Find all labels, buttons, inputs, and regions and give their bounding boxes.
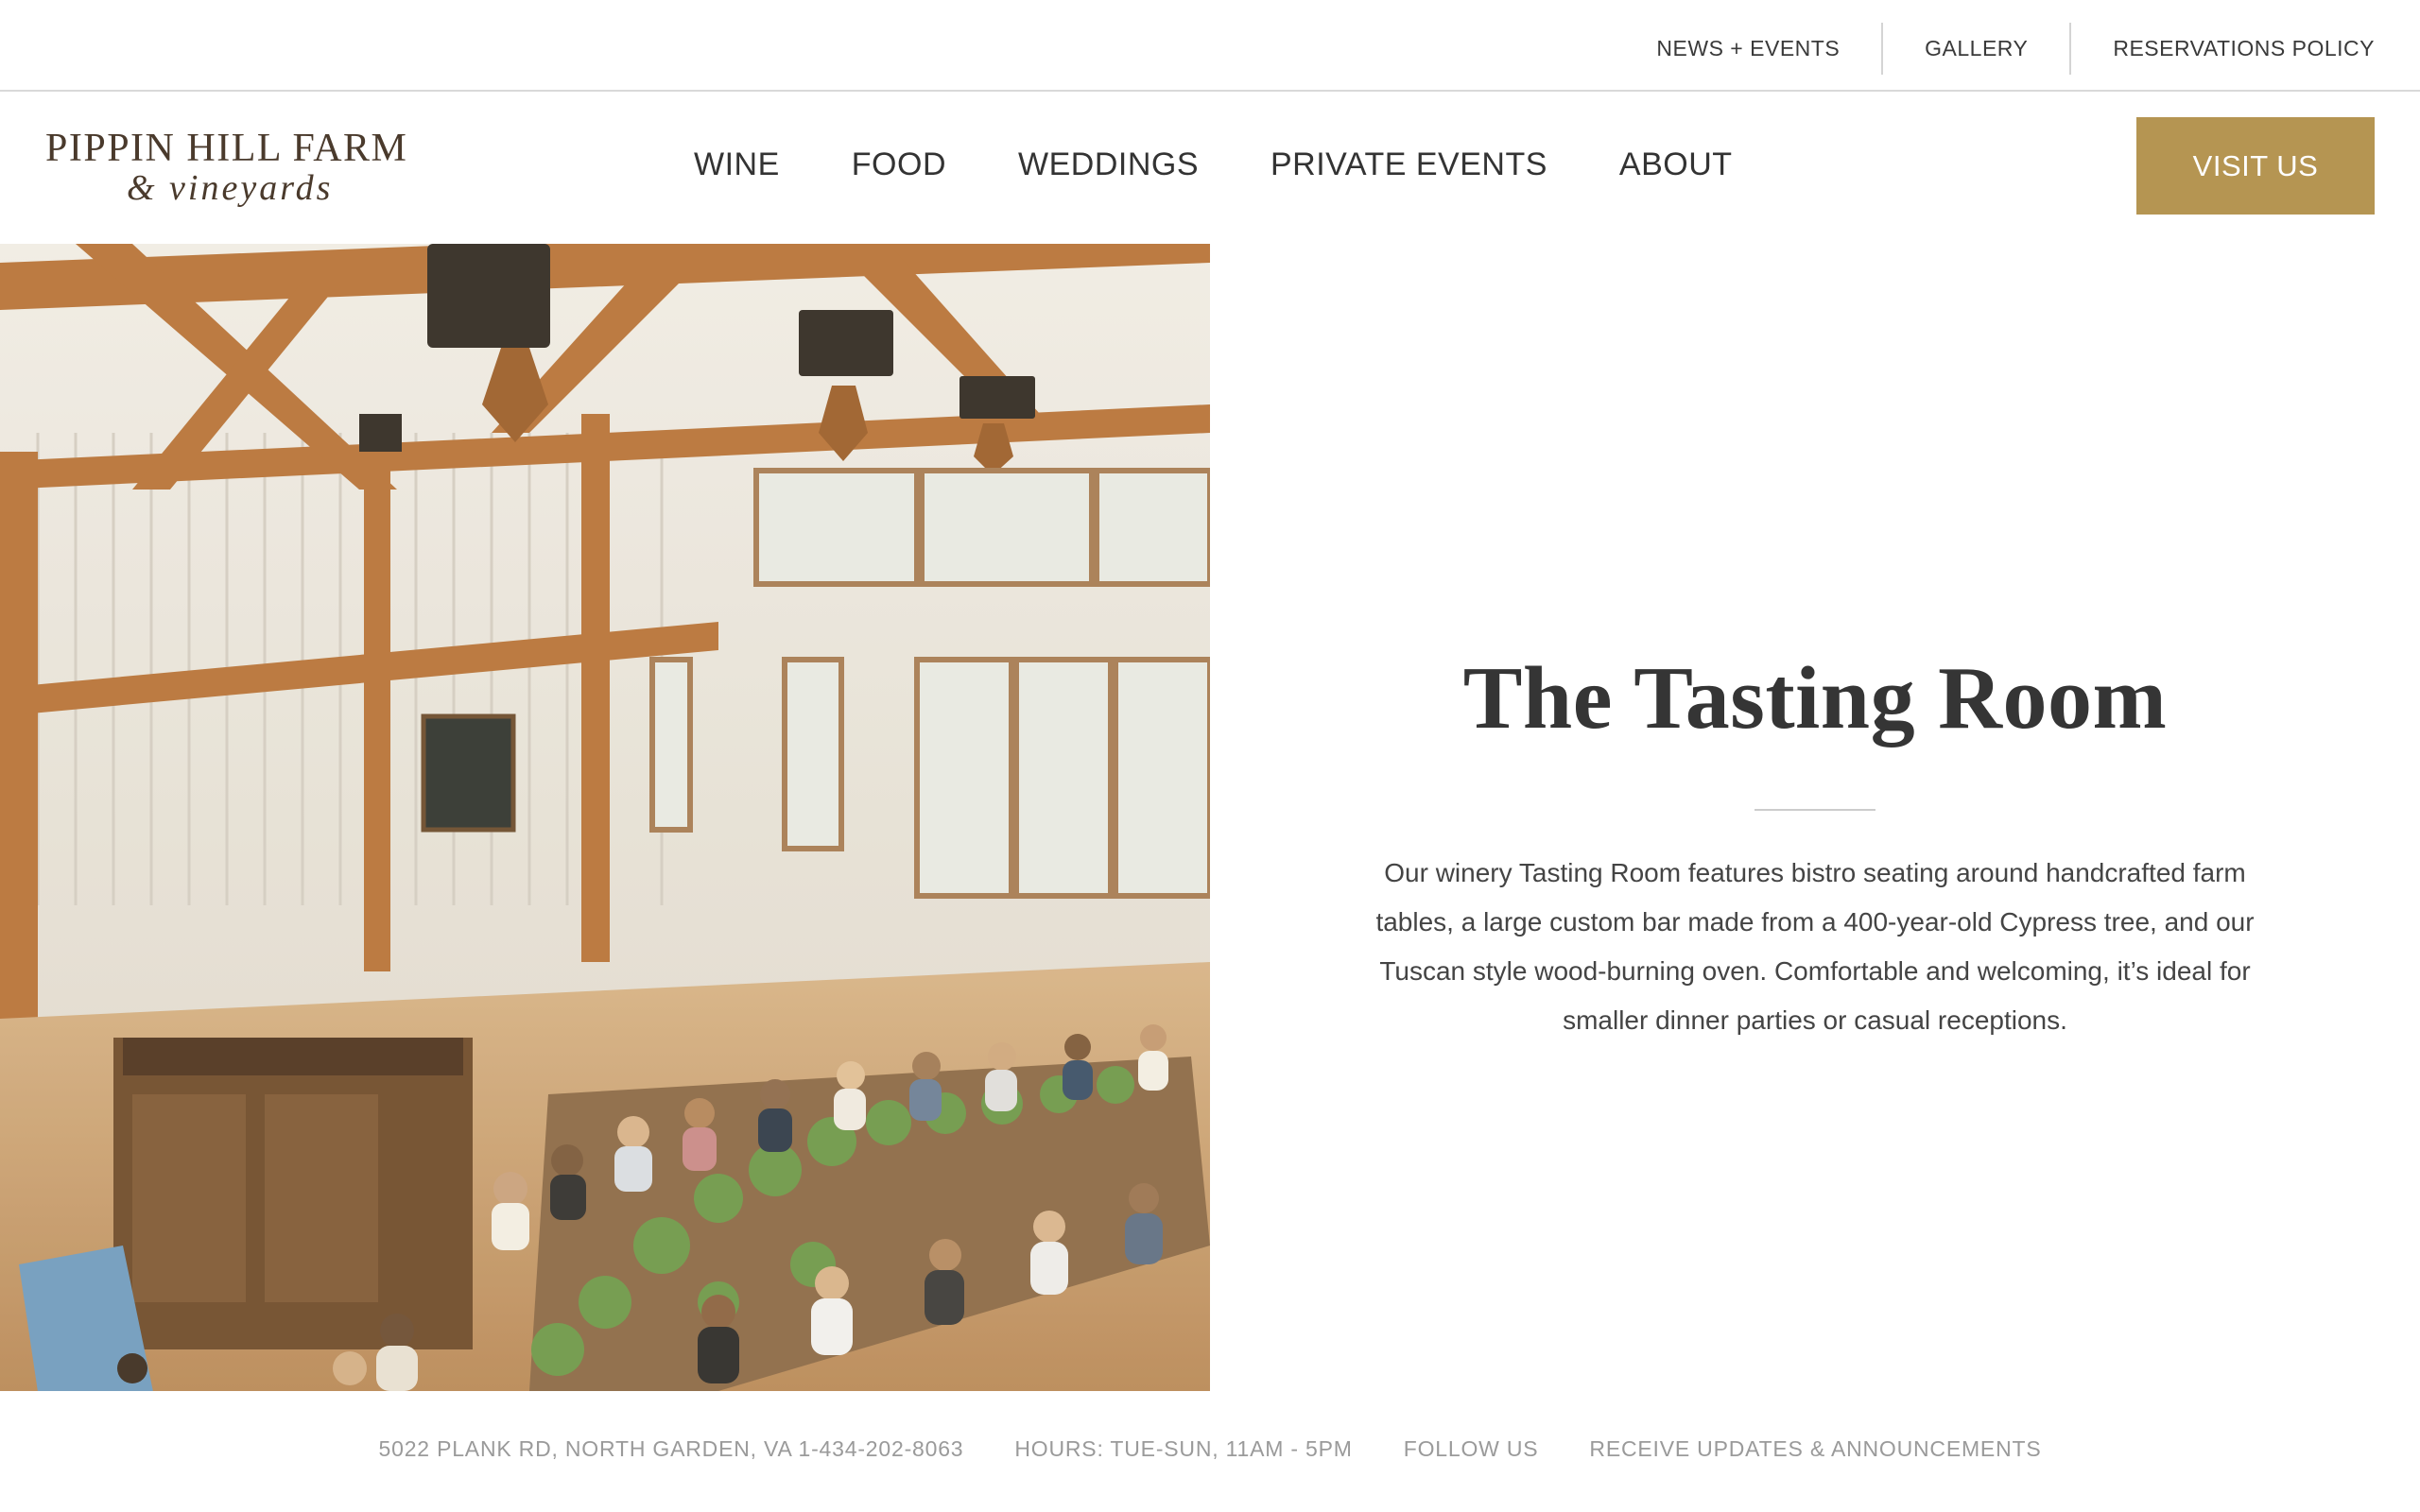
footer-info-row: 5022 PLANK RD, NORTH GARDEN, VA 1-434-20…	[0, 1436, 2420, 1462]
footer-address: 5022 PLANK RD, NORTH GARDEN, VA 1-434-20…	[378, 1436, 964, 1461]
utility-link-gallery[interactable]: GALLERY	[1883, 23, 2069, 75]
nav-item-about[interactable]: ABOUT	[1619, 146, 1733, 183]
section-description: Our winery Tasting Room features bistro …	[1375, 858, 2255, 1035]
utility-link-reservations-policy[interactable]: RESERVATIONS POLICY	[2071, 23, 2375, 75]
section-title: The Tasting Room	[1462, 649, 2168, 747]
tasting-room-section: The Tasting Room Our winery Tasting Room…	[1210, 244, 2420, 1391]
utility-nav: NEWS + EVENTS GALLERY RESERVATIONS POLIC…	[1615, 23, 2375, 75]
visit-us-button[interactable]: VISIT US	[2136, 117, 2375, 215]
tasting-room-photo	[0, 244, 1210, 1391]
nav-item-private-events[interactable]: PRIVATE EVENTS	[1270, 146, 1547, 183]
footer-follow-us-link[interactable]: FOLLOW US	[1404, 1436, 1539, 1462]
footer-hours: HOURS: TUE-SUN, 11AM - 5PM	[1014, 1436, 1353, 1461]
main-header: PIPPIN HILL FARM & vineyards WINE FOOD W…	[0, 94, 2420, 244]
logo-wordmark: PIPPIN HILL FARM	[45, 127, 408, 170]
nav-item-weddings[interactable]: WEDDINGS	[1018, 146, 1199, 183]
nav-item-food[interactable]: FOOD	[852, 146, 946, 183]
logo-tagline: & vineyards	[127, 168, 334, 208]
footer-updates-link[interactable]: RECEIVE UPDATES & ANNOUNCEMENTS	[1589, 1436, 2041, 1462]
site-logo[interactable]: PIPPIN HILL FARM & vineyards	[45, 126, 414, 211]
footer: 5022 PLANK RD, NORTH GARDEN, VA 1-434-20…	[0, 1391, 2420, 1512]
primary-nav: WINE FOOD WEDDINGS PRIVATE EVENTS ABOUT	[694, 141, 1733, 188]
nav-item-wine[interactable]: WINE	[694, 146, 780, 183]
utility-link-news-events[interactable]: NEWS + EVENTS	[1615, 23, 1881, 75]
title-divider	[1754, 809, 1876, 811]
utility-bar: NEWS + EVENTS GALLERY RESERVATIONS POLIC…	[0, 0, 2420, 92]
